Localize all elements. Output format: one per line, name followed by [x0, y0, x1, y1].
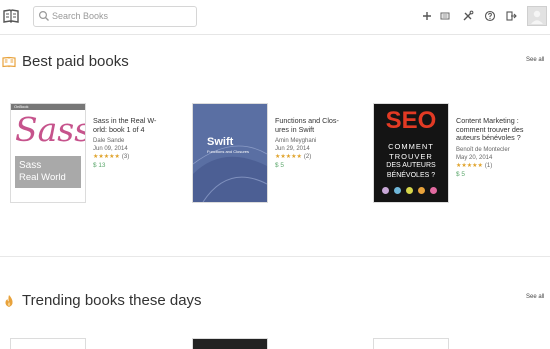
star-rating-icon: ★★★★★: [456, 162, 483, 169]
cover-small: Functions and Closures: [207, 149, 250, 154]
book-rating: ★★★★★ (3): [93, 153, 175, 160]
book-price: $ 5: [275, 162, 284, 170]
avatar[interactable]: [527, 6, 547, 26]
cover-line3: DES AUTEURS: [386, 162, 436, 169]
cover-line4: BÉNÉVOLES ?: [386, 172, 436, 179]
cover-line1: COMMENT: [388, 142, 434, 151]
search-box[interactable]: [33, 6, 197, 27]
cover-tag-text: OnBook: [14, 104, 29, 109]
top-bar: [0, 0, 550, 35]
book-cover[interactable]: [10, 338, 86, 349]
help-icon[interactable]: [484, 10, 496, 22]
rating-count: (1): [484, 162, 493, 169]
cover-line2: Real World: [19, 172, 66, 183]
section-title-text: Best paid books: [22, 53, 129, 70]
book-title[interactable]: Sass in the Real W- orld: book 1 of 4: [93, 116, 175, 134]
see-all-link[interactable]: See all: [526, 294, 544, 300]
book-cover[interactable]: [192, 338, 268, 349]
rating-count: (3): [121, 154, 130, 161]
book-author[interactable]: Benoît de Montecler: [456, 147, 538, 153]
rating-count: (2): [303, 154, 312, 161]
plus-icon[interactable]: [421, 10, 433, 22]
book-open-icon: [2, 56, 16, 67]
book-cover[interactable]: Swift Functions and Closures: [192, 103, 268, 203]
book-author[interactable]: Amin Meyghani: [275, 138, 357, 144]
see-all-link[interactable]: See all: [526, 57, 544, 63]
book-card[interactable]: OnBook Sass Sass Real World Sass in the …: [10, 103, 190, 203]
book-rating: ★★★★★ (2): [275, 153, 357, 160]
cover-line1: Sass: [19, 160, 42, 171]
book-date: Jun 09, 2014: [93, 146, 128, 153]
logo-book-icon[interactable]: [3, 8, 19, 24]
book-meta: Content Marketing : comment trouver des …: [456, 116, 538, 178]
user-icon: [531, 10, 543, 24]
search-input[interactable]: [52, 8, 192, 24]
book-date: Jun 29, 2014: [275, 146, 310, 153]
star-rating-icon: ★★★★★: [93, 154, 120, 161]
sass-logo: Sass: [15, 110, 86, 149]
star-rating-icon: ★★★★★: [275, 154, 302, 161]
exit-icon[interactable]: [505, 10, 517, 22]
section-title-best-paid: Best paid books: [2, 53, 129, 70]
cover-big: Swift: [207, 136, 234, 148]
section-title-text: Trending books these days: [22, 292, 202, 309]
section-divider: [0, 256, 550, 257]
book-author[interactable]: Dale Sande: [93, 138, 175, 144]
cover-dots: [382, 187, 442, 195]
book-card[interactable]: SEO COMMENT TROUVER DES AUTEURS BÉNÉVOLE…: [373, 103, 550, 203]
book-title[interactable]: Functions and Clos- ures in Swift: [275, 116, 357, 134]
book-cover[interactable]: [373, 338, 449, 349]
book-date: May 20, 2014: [456, 154, 493, 161]
book-price: $ 5: [456, 170, 465, 178]
cover-big: SEO: [385, 107, 437, 134]
book-card[interactable]: Swift Functions and Closures Functions a…: [192, 103, 372, 203]
flame-icon: [5, 294, 13, 307]
book-cover[interactable]: OnBook Sass Sass Real World: [10, 103, 86, 203]
book-title[interactable]: Content Marketing : comment trouver des …: [456, 116, 538, 143]
book-price: $ 13: [93, 162, 106, 170]
book-rating: ★★★★★ (1): [456, 162, 538, 169]
cover-line2: TROUVER: [389, 152, 433, 161]
list-icon[interactable]: [439, 10, 451, 22]
search-icon: [38, 10, 49, 21]
book-meta: Sass in the Real W- orld: book 1 of 4 Da…: [93, 116, 175, 170]
book-cover[interactable]: SEO COMMENT TROUVER DES AUTEURS BÉNÉVOLE…: [373, 103, 449, 203]
section-title-trending: Trending books these days: [2, 292, 202, 309]
book-meta: Functions and Clos- ures in Swift Amin M…: [275, 116, 357, 170]
tools-icon[interactable]: [462, 10, 474, 22]
